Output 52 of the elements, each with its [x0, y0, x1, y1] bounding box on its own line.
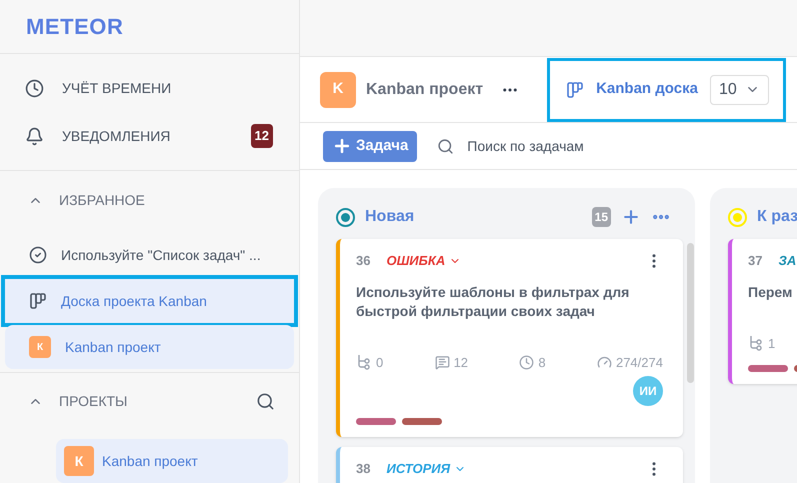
- task-title: Перем: [748, 282, 794, 302]
- plus-icon[interactable]: [621, 207, 641, 227]
- subtask-icon: [356, 354, 372, 370]
- stat-value: 12: [454, 354, 468, 372]
- task-title: Используйте шаблоны в фильтрах для быстрой фильтрации своих задач: [356, 282, 630, 320]
- favorite-item[interactable]: Доска проекта Kanban: [5, 279, 294, 323]
- search-field[interactable]: Поиск по задачам: [467, 136, 668, 156]
- board-icon: [566, 80, 584, 98]
- task-type-dropdown[interactable]: ЗА: [778, 251, 796, 270]
- stat-value: 274/274: [616, 354, 663, 372]
- notification-badge: 12: [250, 124, 273, 148]
- app-logo: METEOR: [26, 13, 124, 41]
- project-avatar: K: [320, 72, 356, 108]
- column-title: Новая: [365, 207, 414, 227]
- favorite-item[interactable]: К Kanban проект: [5, 325, 294, 369]
- user-avatar: ИИ: [633, 376, 663, 406]
- projects-toggle[interactable]: ПРОЕКТЫ: [0, 385, 128, 417]
- task-count: 15: [592, 207, 611, 227]
- stat-value: 8: [538, 354, 546, 372]
- stat-value: 1: [768, 334, 776, 352]
- plus-icon: [332, 136, 352, 156]
- task-card[interactable]: 38 ИСТОРИЯ: [336, 447, 683, 483]
- gauge-icon: [596, 354, 612, 370]
- task-number: 36: [356, 252, 370, 270]
- project-avatar: К: [29, 336, 51, 358]
- board-icon: [29, 292, 47, 310]
- count-dropdown[interactable]: 10: [710, 74, 769, 104]
- nav-item[interactable]: УЧЁТ ВРЕМЕНИ: [0, 64, 299, 112]
- task-number: 37: [748, 252, 762, 270]
- project-avatar: К: [64, 446, 94, 476]
- task-type-dropdown[interactable]: ОШИБКА: [386, 251, 462, 270]
- task-type-dropdown[interactable]: ИСТОРИЯ: [386, 459, 466, 478]
- task-card[interactable]: 37 ЗА Перем 1: [728, 239, 797, 384]
- project-item[interactable]: К Kanban проект: [56, 439, 288, 483]
- favorites-toggle[interactable]: ИЗБРАННОЕ: [0, 184, 145, 216]
- bell-icon: [25, 126, 44, 146]
- stat-value: 0: [376, 354, 384, 372]
- task-card[interactable]: 36 ОШИБКА Используйте шаблоны в фильтрах для быстрой фильтрации своих задач 0 12 8 274/274 ИИ: [336, 239, 683, 437]
- search-icon: [437, 138, 454, 154]
- subtask-icon: [748, 335, 764, 352]
- board-view-tab[interactable]: Kanban доска 10: [547, 58, 786, 122]
- comment-icon: [434, 354, 450, 370]
- project-title: Kanban проект: [366, 80, 484, 100]
- scrollbar[interactable]: [687, 243, 694, 383]
- task-number: 38: [356, 460, 370, 478]
- nav-item[interactable]: УВЕДОМЛЕНИЯ 12: [0, 112, 299, 160]
- add-task-button[interactable]: Задача: [323, 130, 418, 162]
- search-icon[interactable]: [256, 392, 275, 410]
- check-circle-icon: [29, 246, 47, 264]
- clock-icon: [519, 354, 534, 370]
- clock-icon: [25, 78, 44, 98]
- favorite-item[interactable]: Используйте "Список задач" ...: [5, 233, 294, 277]
